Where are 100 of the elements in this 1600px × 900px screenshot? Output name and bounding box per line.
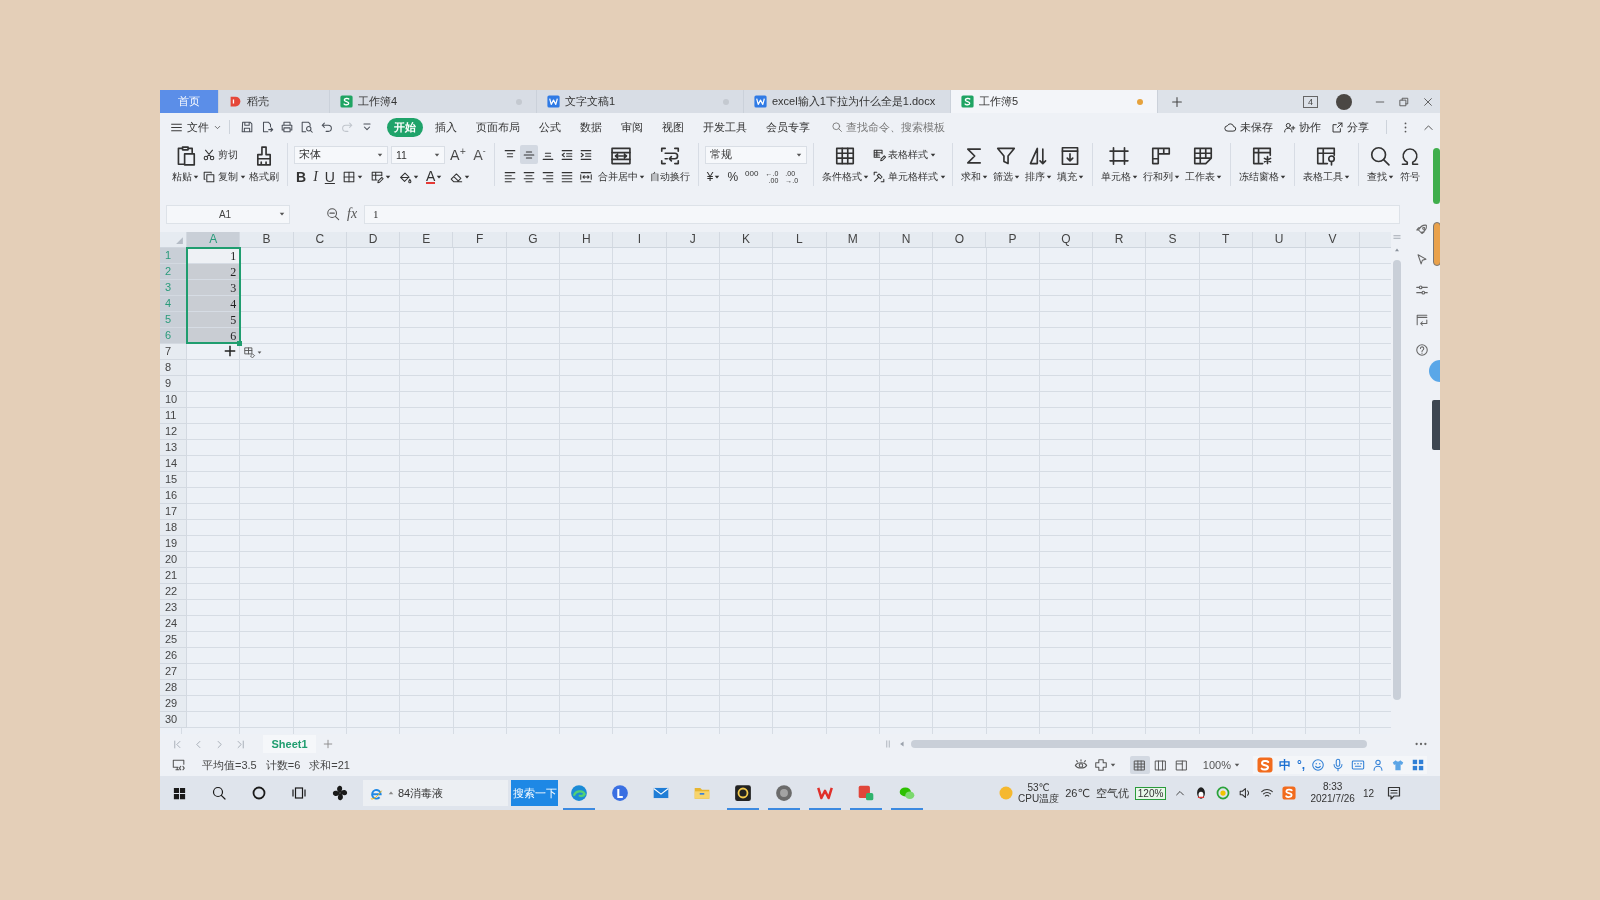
underline-button[interactable]: U [322, 167, 337, 186]
air-quality[interactable]: 空气优 [1095, 785, 1129, 801]
ribbon-tab[interactable]: 开发工具 [696, 117, 754, 137]
zoom-level-button[interactable]: 100% [1202, 759, 1240, 771]
row-header[interactable]: 11 [160, 408, 187, 424]
fill-button[interactable]: 填充 [1054, 145, 1086, 184]
rocket-icon[interactable] [1414, 223, 1429, 237]
taskbar-search-field[interactable]: 84消毒液 [363, 780, 508, 806]
row-header[interactable]: 26 [160, 648, 187, 664]
column-header[interactable]: G [506, 232, 561, 247]
input-mode-toggle[interactable]: 中 [1279, 756, 1291, 774]
copy-button[interactable]: 复制 [202, 167, 246, 186]
row-header[interactable]: 13 [160, 440, 187, 456]
app-logo-icon[interactable] [610, 784, 629, 802]
task-view-icon[interactable] [291, 785, 307, 801]
four-squares-icon[interactable] [1411, 758, 1426, 772]
column-header[interactable]: R [1093, 232, 1147, 247]
close-icon[interactable] [1422, 95, 1434, 108]
row-header[interactable]: 27 [160, 664, 187, 680]
s-tile-logo-icon[interactable] [1257, 757, 1273, 773]
row-header[interactable]: 23 [160, 600, 187, 616]
font-size-field[interactable]: 11 [391, 145, 445, 164]
command-search-field[interactable]: 查找命令、搜索模板 [846, 121, 958, 133]
sliders-icon[interactable] [1414, 283, 1429, 297]
clock[interactable]: 8:33 2021/7/26 [1310, 781, 1355, 805]
ribbon-tab[interactable]: 公式 [532, 117, 568, 137]
conditional-format-button[interactable]: 条件格式 [819, 145, 871, 184]
printer-icon[interactable] [280, 120, 294, 134]
pinwheel-icon[interactable] [331, 784, 349, 802]
help-icon[interactable] [1414, 343, 1429, 357]
row-header[interactable]: 29 [160, 696, 187, 712]
collaborate-button[interactable]: 协作 [1283, 119, 1321, 135]
row-header[interactable]: 21 [160, 568, 187, 584]
column-header[interactable]: I [613, 232, 667, 247]
row-header[interactable]: 19 [160, 536, 187, 552]
wrap-text-button[interactable]: 自动换行 [647, 145, 692, 184]
ribbon-tab[interactable]: 插入 [428, 117, 464, 137]
bold-button[interactable]: B [294, 167, 309, 186]
document-tab[interactable]: excel输入1下拉为什么全是1.docx [744, 90, 951, 113]
worksheet-button[interactable]: 工作表 [1182, 145, 1224, 184]
row-header[interactable]: 22 [160, 584, 187, 600]
file-menu[interactable]: 文件 [170, 119, 222, 135]
column-header[interactable]: N [879, 232, 934, 247]
reading-mode-button[interactable] [1093, 758, 1116, 772]
row-header[interactable]: 25 [160, 632, 187, 648]
cut-button[interactable]: 剪切 [202, 145, 246, 164]
currency-button[interactable]: ¥ [704, 167, 723, 186]
column-header[interactable]: E [400, 232, 454, 247]
thousands-button[interactable]: 000 [743, 167, 761, 186]
ribbon-tab[interactable]: 视图 [655, 117, 691, 137]
sum-button[interactable]: 求和 [958, 145, 990, 184]
tray-app-icon[interactable] [1216, 786, 1231, 800]
share-button[interactable]: 分享 [1331, 119, 1369, 135]
column-header[interactable]: Q [1039, 232, 1094, 247]
column-header[interactable]: D [346, 232, 401, 247]
zoom-out-icon[interactable] [326, 207, 340, 221]
row-header[interactable]: 28 [160, 680, 187, 696]
eye-icon[interactable] [1073, 758, 1088, 772]
row-header[interactable]: 15 [160, 472, 187, 488]
punctuation-toggle[interactable]: °, [1297, 758, 1306, 772]
normal-view-button[interactable] [1129, 756, 1150, 774]
row-header[interactable]: 24 [160, 616, 187, 632]
export-icon[interactable] [260, 120, 274, 134]
filter-button[interactable]: 筛选 [990, 145, 1022, 184]
table-tools-button[interactable]: 表格工具 [1300, 145, 1352, 184]
shrink-font-button[interactable]: A$^{-}$ [471, 145, 488, 164]
keyboard-icon[interactable] [1351, 758, 1366, 772]
notification-count[interactable]: 12 [1362, 787, 1374, 799]
ribbon-tab[interactable]: 审阅 [614, 117, 650, 137]
split-handle-icon[interactable] [1392, 232, 1402, 242]
row-header[interactable]: 8 [160, 360, 187, 376]
function-label[interactable]: fx [347, 206, 358, 222]
column-header[interactable]: F [453, 232, 507, 247]
cell-style-button[interactable]: 单元格样式 [871, 167, 946, 186]
table-style-button[interactable]: 表格样式 [871, 145, 946, 164]
column-header[interactable]: O [933, 232, 987, 247]
format-painter-button[interactable]: 格式刷 [247, 145, 281, 184]
column-header[interactable]: J [666, 232, 720, 247]
cpu-temperature[interactable]: 53℃ CPU温度 [1018, 782, 1060, 804]
freeze-panes-button[interactable]: 冻结窗格 [1236, 145, 1288, 184]
form-app-icon[interactable] [856, 784, 875, 802]
window-count-badge[interactable]: 4 [1303, 95, 1318, 108]
column-header[interactable]: H [560, 232, 614, 247]
rows-columns-button[interactable]: 行和列 [1140, 145, 1182, 184]
avatar[interactable] [1336, 93, 1352, 110]
scroll-up-icon[interactable] [1393, 246, 1401, 254]
fill-handle[interactable] [237, 341, 242, 346]
find-button[interactable]: 查找 [1364, 145, 1396, 184]
document-tab[interactable]: 稻壳 [219, 90, 330, 113]
cursor-icon[interactable] [1414, 253, 1429, 267]
undo-icon[interactable] [320, 120, 334, 134]
row-header[interactable]: 9 [160, 376, 187, 392]
percent-button[interactable]: % [725, 167, 741, 186]
row-header[interactable]: 16 [160, 488, 187, 504]
document-tab[interactable]: 工作簿4 [330, 90, 537, 113]
row-header[interactable]: 30 [160, 712, 187, 728]
font-name-field[interactable]: 宋体 [294, 145, 388, 164]
row-header[interactable]: 12 [160, 424, 187, 440]
wifi-icon[interactable] [1260, 786, 1275, 800]
column-header[interactable]: S [1146, 232, 1200, 247]
